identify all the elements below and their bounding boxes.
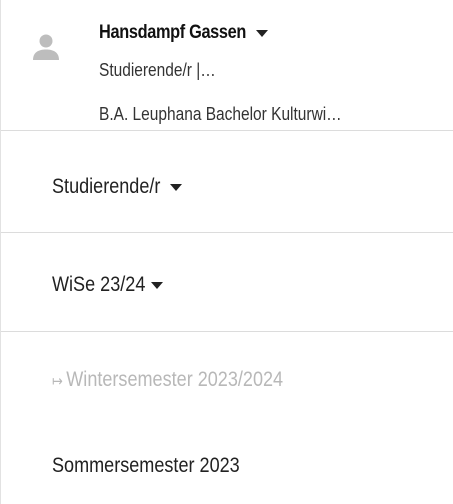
semester-option[interactable]: Sommersemester 2023 [52, 454, 240, 478]
current-marker-icon: ↦ [52, 373, 63, 390]
user-program: B.A. Leuphana Bachelor Kulturwi… [99, 104, 342, 124]
chevron-down-icon [170, 183, 183, 191]
semester-section: WiSe 23/24 [1, 233, 453, 332]
user-menu-toggle[interactable]: Hansdampf Gassen [99, 22, 268, 44]
user-name: Hansdampf Gassen [99, 22, 247, 43]
user-info: Hansdampf Gassen Studierende/r |… B.A. L… [1, 0, 453, 131]
account-panel: Hansdampf Gassen Studierende/r |… B.A. L… [0, 0, 453, 504]
chevron-down-icon [256, 29, 268, 37]
user-role: Studierende/r |… [99, 60, 216, 80]
role-dropdown[interactable]: Studierende/r [52, 175, 183, 199]
role-dropdown-label: Studierende/r [52, 175, 161, 198]
semester-dropdown-label: WiSe 23/24 [52, 273, 146, 296]
semester-option-label: Wintersemester 2023/2024 [66, 368, 284, 391]
semester-dropdown[interactable]: WiSe 23/24 [52, 273, 163, 297]
semester-option-current: ↦ Wintersemester 2023/2024 [52, 368, 283, 392]
chevron-down-icon [150, 281, 163, 289]
semester-option-label: Sommersemester 2023 [52, 454, 240, 477]
person-icon [33, 34, 59, 60]
role-section: Studierende/r [1, 131, 453, 233]
